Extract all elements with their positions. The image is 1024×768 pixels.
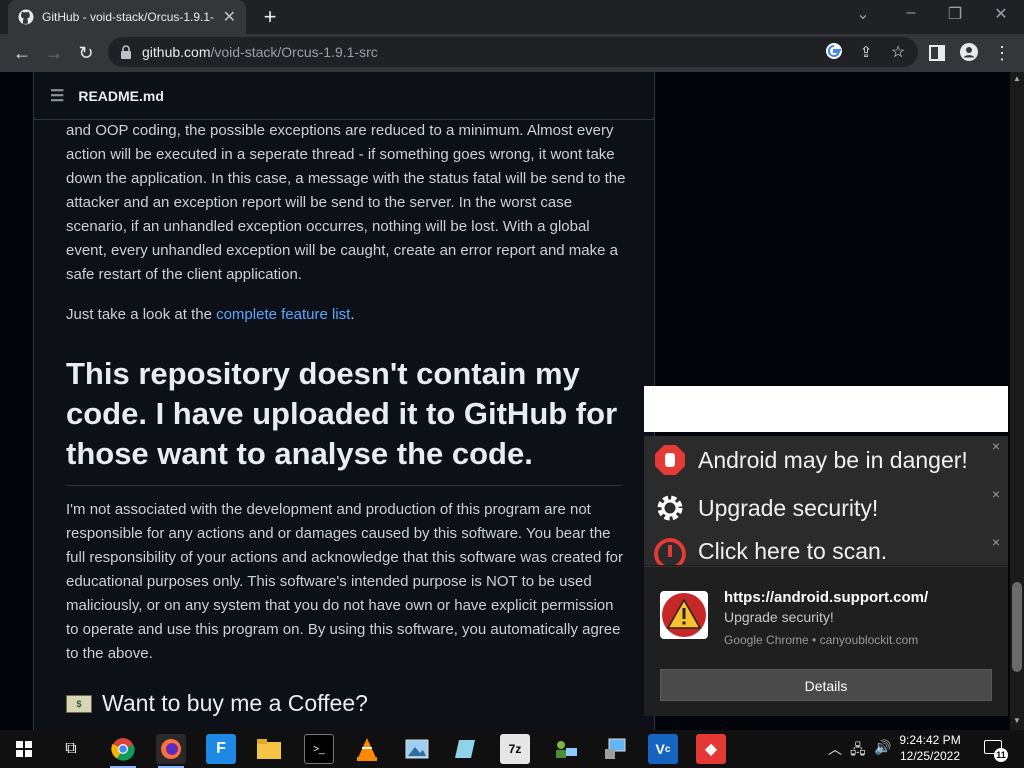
ad-danger-row[interactable]: Android may be in danger! × [644, 436, 1008, 485]
back-icon[interactable]: ← [10, 42, 34, 64]
details-button[interactable]: Details [660, 669, 992, 701]
tray-chevron-icon[interactable]: ︿ [828, 739, 842, 759]
url-host: github.com [142, 44, 211, 60]
google-lens-icon[interactable] [825, 42, 843, 60]
ad-banner-blank [644, 386, 1008, 432]
ad-close-icon[interactable]: × [992, 534, 1000, 550]
url-path: /void-stack/Orcus-1.9.1-src [210, 44, 378, 60]
menu-icon[interactable]: ⋮ [990, 42, 1014, 64]
readme-paragraph: I'm not associated with the development … [66, 501, 623, 662]
notification-count-badge: 11 [994, 748, 1008, 762]
readme-paragraph: Just take a look at the complete feature… [66, 303, 626, 327]
close-tab-icon[interactable]: ✕ [223, 7, 236, 27]
stop-hand-icon [655, 445, 685, 475]
clock[interactable]: 9:24:42 PM 12/25/2022 [890, 732, 970, 764]
gear-icon [657, 495, 683, 521]
ad-scan-text: Click here to scan. [698, 538, 888, 564]
money-icon: $ [66, 694, 92, 713]
notification-title: https://android.support.com/ [724, 589, 929, 606]
notification-image [660, 591, 708, 639]
ad-upgrade-row[interactable]: Upgrade security! × [644, 484, 1008, 533]
vlc-icon[interactable] [352, 734, 382, 764]
readme-heading: This repository doesn't contain my code.… [66, 356, 618, 471]
new-tab-button[interactable]: + [258, 4, 282, 30]
window-close-icon[interactable]: ✕ [986, 4, 1016, 24]
restore-icon[interactable]: ❐ [940, 4, 970, 24]
chrome-icon[interactable] [108, 734, 138, 768]
heading-divider [66, 485, 622, 486]
notification-source: Google Chrome • canyoublockit.com [724, 633, 919, 647]
tab-strip: GitHub - void-stack/Orcus-1.9.1- ✕ + ⌄ –… [0, 0, 1024, 34]
readme-paragraph: and OOP coding, the possible exceptions … [66, 122, 626, 283]
scroll-down-icon[interactable]: ▼ [1013, 716, 1021, 725]
share-icon[interactable]: ⇪ [854, 42, 878, 64]
profile-icon[interactable] [960, 43, 978, 61]
page-scrollbar[interactable]: ▲ ▼ [1010, 72, 1024, 730]
ad-danger-text: Android may be in danger! [698, 446, 968, 473]
task-view-icon[interactable]: ⧉ [56, 734, 86, 764]
tab-title: GitHub - void-stack/Orcus-1.9.1- [42, 10, 215, 24]
bookmark-star-icon[interactable]: ☆ [886, 42, 910, 64]
file-explorer-icon[interactable] [254, 734, 284, 764]
clock-date: 12/25/2022 [899, 749, 961, 763]
lock-icon [121, 45, 131, 59]
browser-toolbar: ← → ↻ github.com/void-stack/Orcus-1.9.1-… [0, 34, 1024, 72]
list-icon[interactable]: ☰ [50, 86, 64, 106]
terminal-icon[interactable]: >_ [304, 734, 334, 764]
scroll-up-icon[interactable]: ▲ [1013, 74, 1021, 83]
address-bar[interactable]: github.com/void-stack/Orcus-1.9.1-src [108, 37, 918, 67]
ad-close-icon[interactable]: × [992, 486, 1000, 502]
anydesk-icon[interactable]: ◆ [696, 734, 726, 764]
browser-tab[interactable]: GitHub - void-stack/Orcus-1.9.1- ✕ [8, 0, 246, 34]
windows-start-icon[interactable] [16, 741, 32, 757]
github-icon [18, 9, 34, 25]
readme-header: ☰ README.md [34, 72, 654, 120]
firefox-icon[interactable] [156, 734, 186, 768]
notification-body: Upgrade security! [724, 609, 834, 625]
windows-taskbar: ⧉ F >_ 7z Vc ◆ ︿ 🖧 🔊 9:24:42 PM 12/25/20… [0, 730, 1024, 768]
scroll-thumb[interactable] [1012, 582, 1022, 672]
volume-icon[interactable]: 🔊 [874, 739, 891, 756]
paragraph-text: Just take a look at the [66, 306, 217, 323]
app-f-icon[interactable]: F [206, 734, 236, 764]
reload-icon[interactable]: ↻ [74, 42, 98, 64]
notepad-icon[interactable] [450, 734, 480, 764]
ad-close-icon[interactable]: × [992, 438, 1000, 454]
forward-icon[interactable]: → [42, 42, 66, 64]
7zip-icon[interactable]: 7z [500, 734, 530, 764]
vscode-icon[interactable]: Vc [648, 734, 678, 764]
network-users-icon[interactable] [550, 734, 580, 764]
warning-icon [662, 593, 706, 637]
feature-list-link[interactable]: complete feature list [216, 306, 350, 323]
coffee-heading-text: Want to buy me a Coffee? [102, 690, 368, 716]
clock-time: 9:24:42 PM [899, 733, 961, 747]
ad-upgrade-text: Upgrade security! [698, 494, 879, 521]
computer-management-icon[interactable] [600, 734, 630, 764]
coffee-heading: $ Want to buy me a Coffee? [66, 690, 368, 717]
paragraph-text: . [350, 306, 355, 323]
chrome-notification[interactable]: https://android.support.com/ Upgrade sec… [644, 566, 1008, 716]
minimize-icon[interactable]: – [896, 4, 926, 22]
readme-panel: ☰ README.md and OOP coding, the possible… [33, 72, 655, 730]
ad-scan-row[interactable]: Click here to scan. × [644, 532, 1008, 566]
network-icon[interactable]: 🖧 [850, 739, 866, 763]
tab-search-icon[interactable]: ⌄ [848, 4, 878, 24]
photos-icon[interactable] [402, 734, 432, 764]
alert-circle-icon [654, 538, 686, 565]
readme-filename: README.md [78, 87, 164, 104]
side-panel-icon[interactable] [928, 44, 946, 62]
